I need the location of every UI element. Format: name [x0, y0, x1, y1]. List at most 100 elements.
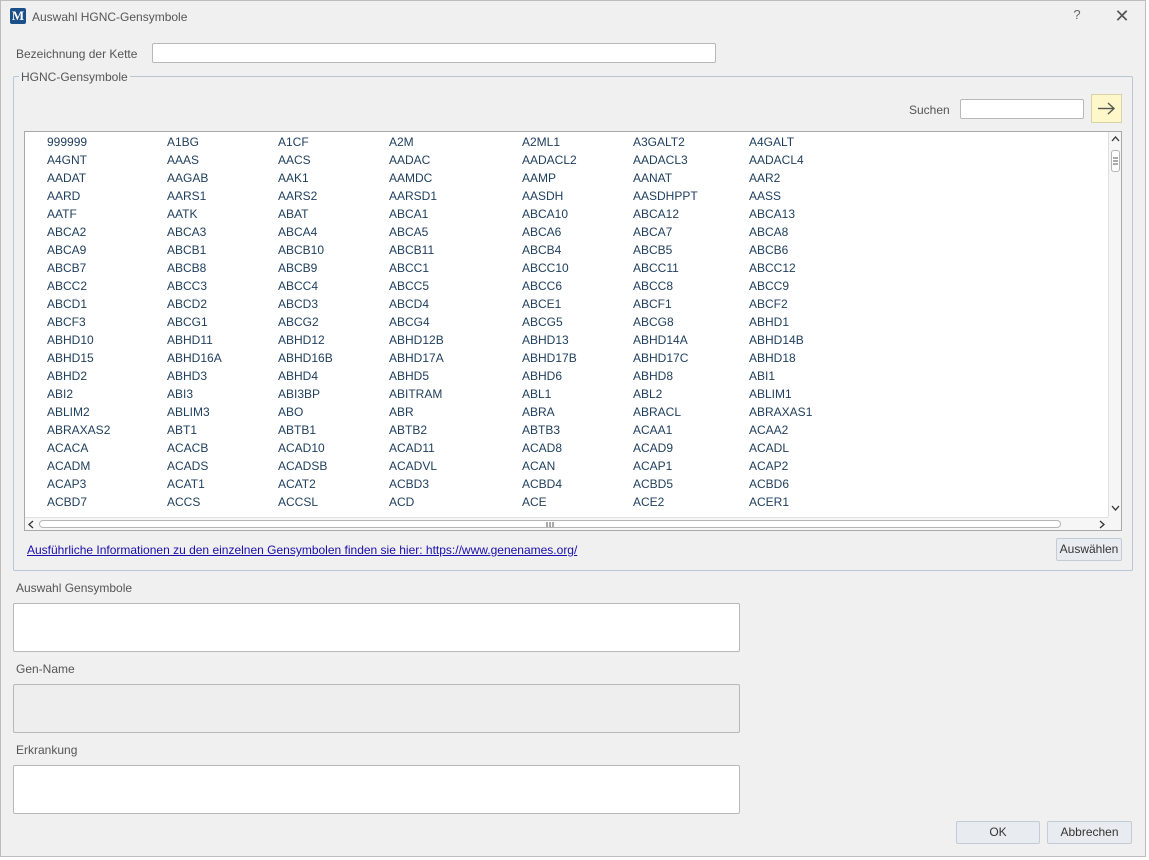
- gene-symbol-item[interactable]: A2ML1: [522, 135, 560, 149]
- gene-symbol-item[interactable]: AARS2: [278, 189, 317, 203]
- gene-symbol-item[interactable]: ABTB1: [278, 423, 316, 437]
- scroll-up-icon[interactable]: [1110, 135, 1121, 143]
- gene-symbol-item[interactable]: ABCB6: [749, 243, 788, 257]
- ok-button[interactable]: OK: [956, 821, 1040, 844]
- gene-symbol-item[interactable]: ABCA2: [47, 225, 86, 239]
- gene-symbol-list[interactable]: 999999 A1BG A1CF A2M A2ML1 A3GALT2 A4GALT A4GNT…: [24, 131, 1122, 531]
- gene-symbol-item[interactable]: AARSD1: [389, 189, 437, 203]
- gene-symbol-item[interactable]: ACE2: [633, 495, 664, 509]
- gene-symbol-item[interactable]: AADACL2: [522, 153, 577, 167]
- gene-symbol-item[interactable]: ABCC5: [389, 279, 429, 293]
- gene-symbol-item[interactable]: ACAT1: [167, 477, 205, 491]
- gene-symbol-item[interactable]: ACE: [522, 495, 547, 509]
- gene-symbol-item[interactable]: ACAA2: [749, 423, 788, 437]
- gene-symbol-item[interactable]: ABLIM1: [749, 387, 792, 401]
- gene-symbol-item[interactable]: ACBD6: [749, 477, 789, 491]
- gene-symbol-item[interactable]: ABTB2: [389, 423, 427, 437]
- gene-symbol-item[interactable]: ABR: [389, 405, 414, 419]
- gene-symbol-item[interactable]: ACAD9: [633, 441, 673, 455]
- gene-symbol-item[interactable]: A1BG: [167, 135, 199, 149]
- gene-symbol-item[interactable]: AACS: [278, 153, 311, 167]
- gene-symbol-item[interactable]: ACCSL: [278, 495, 318, 509]
- gene-symbol-item[interactable]: ABCB5: [633, 243, 672, 257]
- gene-symbol-item[interactable]: ABITRAM: [389, 387, 442, 401]
- gene-symbol-item[interactable]: AANAT: [633, 171, 672, 185]
- gene-symbol-item[interactable]: ABHD2: [47, 369, 87, 383]
- gene-symbol-item[interactable]: AADACL4: [749, 153, 804, 167]
- gene-symbol-item[interactable]: ABCA1: [389, 207, 428, 221]
- gene-symbol-item[interactable]: ABCG4: [389, 315, 430, 329]
- gene-symbol-item[interactable]: ACCS: [167, 495, 200, 509]
- gene-symbol-item[interactable]: ABHD17B: [522, 351, 577, 365]
- gene-symbol-item[interactable]: ABCB7: [47, 261, 86, 275]
- scroll-down-icon[interactable]: [1110, 504, 1121, 512]
- gene-symbol-item[interactable]: ABHD17A: [389, 351, 444, 365]
- gene-symbol-item[interactable]: ABCA3: [167, 225, 206, 239]
- gene-symbol-item[interactable]: ABCC6: [522, 279, 562, 293]
- gene-symbol-item[interactable]: ACAA1: [633, 423, 672, 437]
- gene-symbol-item[interactable]: AARD: [47, 189, 80, 203]
- gene-symbol-item[interactable]: AADACL3: [633, 153, 688, 167]
- gene-symbol-item[interactable]: AATK: [167, 207, 197, 221]
- gene-symbol-item[interactable]: ABCF1: [633, 297, 672, 311]
- gene-symbol-item[interactable]: ABCA6: [522, 225, 561, 239]
- gene-symbol-item[interactable]: ABHD17C: [633, 351, 688, 365]
- search-go-button[interactable]: [1091, 94, 1122, 123]
- gene-symbol-item[interactable]: 999999: [47, 135, 87, 149]
- gene-symbol-item[interactable]: ABAT: [278, 207, 308, 221]
- gene-symbol-item[interactable]: ACBD5: [633, 477, 673, 491]
- gene-symbol-item[interactable]: ABCC11: [633, 261, 679, 275]
- gene-symbol-item[interactable]: ABT1: [167, 423, 197, 437]
- gene-symbol-item[interactable]: ABCC1: [389, 261, 429, 275]
- gene-symbol-item[interactable]: AAAS: [167, 153, 199, 167]
- gene-symbol-item[interactable]: ABCA13: [749, 207, 795, 221]
- gene-symbol-item[interactable]: ABCF3: [47, 315, 86, 329]
- gene-symbol-item[interactable]: ACAD10: [278, 441, 325, 455]
- gene-symbol-item[interactable]: AARS1: [167, 189, 206, 203]
- gene-symbol-item[interactable]: ACACA: [47, 441, 88, 455]
- scroll-right-icon[interactable]: [1098, 520, 1106, 529]
- vertical-scrollbar[interactable]: [1108, 132, 1121, 517]
- gene-symbol-item[interactable]: AAGAB: [167, 171, 208, 185]
- gene-symbol-item[interactable]: ABCD4: [389, 297, 429, 311]
- scroll-left-icon[interactable]: [27, 520, 35, 529]
- gene-symbol-item[interactable]: ABCD3: [278, 297, 318, 311]
- gene-symbol-item[interactable]: ABCB11: [389, 243, 434, 257]
- gene-symbol-item[interactable]: ACADM: [47, 459, 90, 473]
- search-input[interactable]: [960, 99, 1084, 119]
- gene-symbol-item[interactable]: ABHD12B: [389, 333, 444, 347]
- gene-symbol-item[interactable]: ABHD16B: [278, 351, 333, 365]
- gene-symbol-item[interactable]: ACAD8: [522, 441, 562, 455]
- gene-symbol-item[interactable]: ABCC10: [522, 261, 569, 275]
- close-icon[interactable]: ✕: [1111, 5, 1133, 27]
- horizontal-scroll-thumb[interactable]: [39, 520, 1061, 528]
- gene-symbol-item[interactable]: ABCC4: [278, 279, 318, 293]
- gene-symbol-item[interactable]: A2M: [389, 135, 414, 149]
- gene-symbol-item[interactable]: ABCC12: [749, 261, 796, 275]
- gene-symbol-item[interactable]: ABLIM3: [167, 405, 210, 419]
- gene-symbol-item[interactable]: ACAP3: [47, 477, 86, 491]
- gene-symbol-item[interactable]: ABCA7: [633, 225, 672, 239]
- gene-symbol-item[interactable]: ACADVL: [389, 459, 437, 473]
- gene-symbol-item[interactable]: ACD: [389, 495, 414, 509]
- gene-symbol-item[interactable]: ABHD14B: [749, 333, 804, 347]
- gene-symbol-item[interactable]: ABRACL: [633, 405, 681, 419]
- gene-symbol-item[interactable]: ACAP2: [749, 459, 788, 473]
- gene-symbol-item[interactable]: ACAP1: [633, 459, 672, 473]
- gene-symbol-item[interactable]: ABCE1: [522, 297, 561, 311]
- gene-symbol-item[interactable]: AADAT: [47, 171, 86, 185]
- cancel-button[interactable]: Abbrechen: [1047, 821, 1132, 844]
- gene-symbol-item[interactable]: ABHD6: [522, 369, 562, 383]
- vertical-scroll-thumb[interactable]: [1111, 150, 1120, 172]
- gene-symbol-item[interactable]: ABCG5: [522, 315, 563, 329]
- gene-symbol-item[interactable]: ACACB: [167, 441, 208, 455]
- gene-symbol-item[interactable]: ABCD2: [167, 297, 207, 311]
- gene-symbol-item[interactable]: ABI1: [749, 369, 775, 383]
- gene-symbol-item[interactable]: ACADS: [167, 459, 208, 473]
- gene-symbol-item[interactable]: ABLIM2: [47, 405, 90, 419]
- gene-symbol-item[interactable]: ABHD4: [278, 369, 318, 383]
- gene-symbol-item[interactable]: ABCB10: [278, 243, 324, 257]
- gene-symbol-item[interactable]: ABCA9: [47, 243, 86, 257]
- gene-symbol-item[interactable]: A4GNT: [47, 153, 87, 167]
- gene-symbol-item[interactable]: A4GALT: [749, 135, 794, 149]
